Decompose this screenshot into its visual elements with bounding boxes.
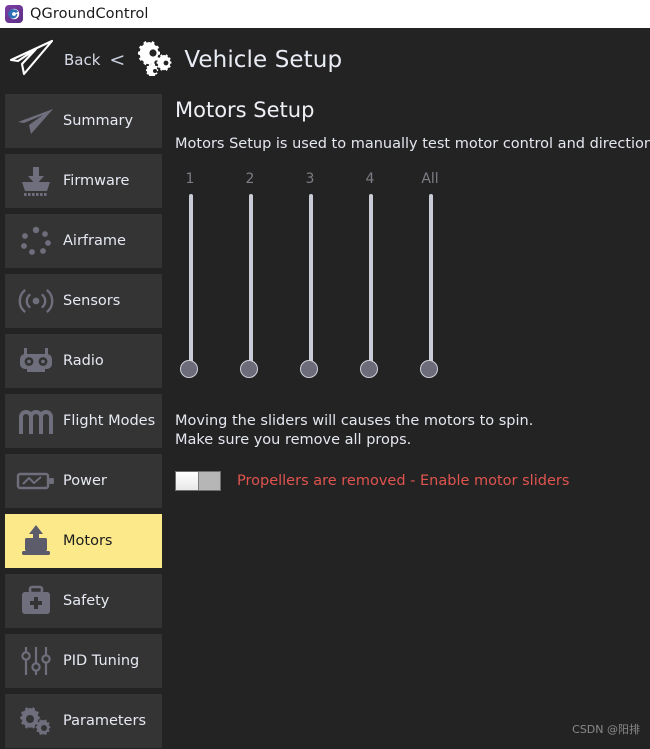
sidebar-item-label: Power <box>63 473 107 489</box>
motor-warning-text: Moving the sliders will causes the motor… <box>175 412 533 450</box>
motors-setup-panel: Motors Setup Motors Setup is used to man… <box>168 94 650 749</box>
motor-sliders-group: 1 2 3 4 All <box>175 172 475 392</box>
sidebar-item-flight-modes[interactable]: Flight Modes <box>5 394 162 448</box>
slider-track[interactable] <box>248 194 253 372</box>
slider-handle[interactable] <box>240 360 258 378</box>
page-header: Back < Vehicle Setup <box>0 28 650 92</box>
motor-slider-label: All <box>421 171 439 187</box>
motor-slider-label: 4 <box>365 171 375 187</box>
qgroundcontrol-window: QGroundControl Back < Vehicle Setup Summ… <box>0 0 650 749</box>
slider-track[interactable] <box>368 194 373 372</box>
watermark: CSDN @阳排 <box>572 723 640 736</box>
sidebar-item-sensors[interactable]: Sensors <box>5 274 162 328</box>
back-button[interactable]: Back <box>64 51 100 69</box>
warning-line-2: Make sure you remove all props. <box>175 432 412 448</box>
sidebar-item-label: Radio <box>63 353 104 369</box>
sidebar-item-label: Airframe <box>63 233 126 249</box>
slider-handle[interactable] <box>420 360 438 378</box>
toggle-knob <box>176 472 199 490</box>
motor-icon <box>11 520 61 562</box>
panel-description: Motors Setup is used to manually test mo… <box>175 136 650 152</box>
page-title: Vehicle Setup <box>184 47 343 73</box>
sidebar-item-label: Firmware <box>63 173 130 189</box>
sidebar-item-summary[interactable]: Summary <box>5 94 162 148</box>
sidebar-item-label: PID Tuning <box>63 653 140 669</box>
window-title: QGroundControl <box>30 6 149 22</box>
radio-icon <box>11 340 61 382</box>
first-aid-kit-icon <box>11 580 61 622</box>
chevron-left-icon[interactable]: < <box>109 50 125 70</box>
sidebar-item-parameters[interactable]: Parameters <box>5 694 162 748</box>
download-icon <box>11 160 61 202</box>
slider-track[interactable] <box>308 194 313 372</box>
motor-slider-label: 1 <box>185 171 195 187</box>
qgroundcontrol-logo-icon <box>5 5 23 23</box>
sidebar-item-label: Sensors <box>63 293 121 309</box>
motor-slider-label: 3 <box>305 171 315 187</box>
slider-track[interactable] <box>188 194 193 372</box>
motor-slider-label: 2 <box>245 171 255 187</box>
paper-plane-icon[interactable] <box>8 38 56 82</box>
sidebar-item-label: Safety <box>63 593 110 609</box>
sidebar-item-safety[interactable]: Safety <box>5 574 162 628</box>
enable-motor-sliders-toggle[interactable] <box>175 471 221 491</box>
gears-icon <box>136 40 174 80</box>
enable-sliders-row: Propellers are removed - Enable motor sl… <box>175 471 569 491</box>
sidebar-item-label: Parameters <box>63 713 146 729</box>
sidebar-item-radio[interactable]: Radio <box>5 334 162 388</box>
sidebar-item-power[interactable]: Power <box>5 454 162 508</box>
airframe-dots-icon <box>11 220 61 262</box>
sensors-wave-icon <box>11 280 61 322</box>
sidebar-item-label: Summary <box>63 113 134 129</box>
sidebar-item-pid-tuning[interactable]: PID Tuning <box>5 634 162 688</box>
enable-motor-sliders-label: Propellers are removed - Enable motor sl… <box>237 473 570 489</box>
warning-line-1: Moving the sliders will causes the motor… <box>175 413 534 429</box>
sidebar-item-label: Motors <box>63 533 113 549</box>
slider-handle[interactable] <box>360 360 378 378</box>
paper-plane-icon <box>11 100 61 142</box>
setup-sidebar: Summary Firmware Airframe Sensors Radio … <box>0 94 168 749</box>
battery-icon <box>11 460 61 502</box>
flight-modes-icon <box>11 400 61 442</box>
sidebar-item-motors[interactable]: Motors <box>5 514 162 568</box>
sliders-icon <box>11 640 61 682</box>
window-titlebar: QGroundControl <box>0 0 650 28</box>
sidebar-item-airframe[interactable]: Airframe <box>5 214 162 268</box>
slider-track[interactable] <box>428 194 433 372</box>
slider-handle[interactable] <box>300 360 318 378</box>
sidebar-item-label: Flight Modes <box>63 413 156 429</box>
gears-icon <box>11 700 61 742</box>
sidebar-item-firmware[interactable]: Firmware <box>5 154 162 208</box>
panel-title: Motors Setup <box>175 98 315 122</box>
slider-handle[interactable] <box>180 360 198 378</box>
